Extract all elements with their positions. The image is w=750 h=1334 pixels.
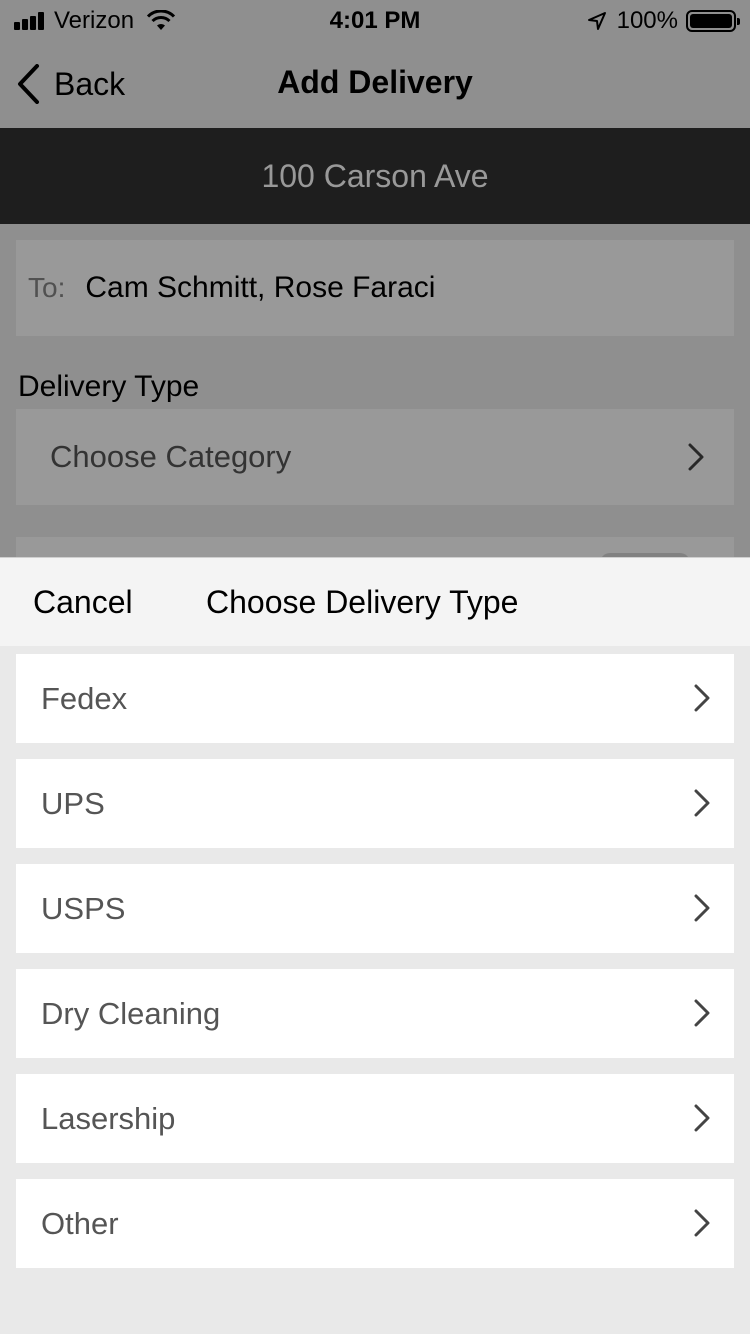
delivery-type-sheet: Cancel Choose Delivery Type Fedex UPS US… bbox=[0, 557, 750, 1334]
option-label: Other bbox=[41, 1205, 119, 1241]
option-usps[interactable]: USPS bbox=[16, 864, 734, 953]
sheet-title: Choose Delivery Type bbox=[206, 584, 519, 620]
option-other[interactable]: Other bbox=[16, 1179, 734, 1268]
chevron-right-icon bbox=[694, 999, 710, 1027]
option-label: USPS bbox=[41, 890, 126, 926]
option-label: Fedex bbox=[41, 680, 128, 716]
option-label: Lasership bbox=[41, 1100, 176, 1136]
option-dry-cleaning[interactable]: Dry Cleaning bbox=[16, 969, 734, 1058]
sheet-header: Cancel Choose Delivery Type bbox=[0, 557, 750, 646]
option-ups[interactable]: UPS bbox=[16, 759, 734, 848]
option-lasership[interactable]: Lasership bbox=[16, 1074, 734, 1163]
chevron-right-icon bbox=[694, 1209, 710, 1237]
option-label: UPS bbox=[41, 785, 105, 821]
chevron-right-icon bbox=[694, 894, 710, 922]
option-label: Dry Cleaning bbox=[41, 995, 221, 1031]
cancel-button[interactable]: Cancel bbox=[33, 584, 133, 621]
dim-overlay[interactable] bbox=[0, 0, 750, 557]
chevron-right-icon bbox=[694, 1104, 710, 1132]
chevron-right-icon bbox=[694, 789, 710, 817]
option-fedex[interactable]: Fedex bbox=[16, 654, 734, 743]
chevron-right-icon bbox=[694, 684, 710, 712]
